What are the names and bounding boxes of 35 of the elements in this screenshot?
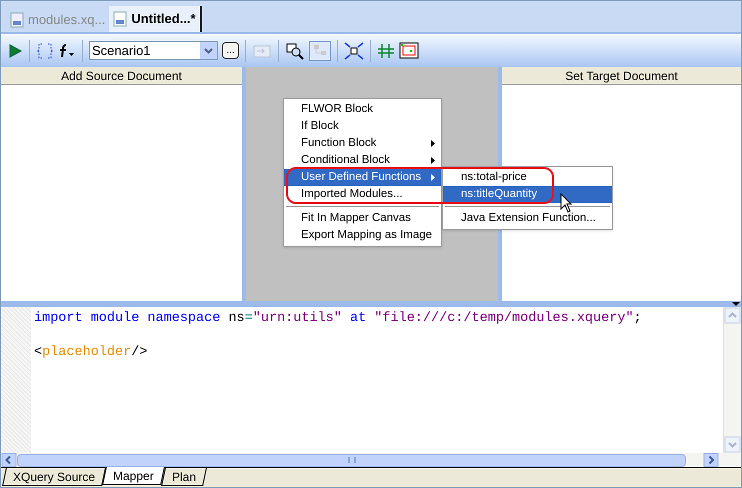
- dotted-brackets-icon[interactable]: [36, 42, 54, 60]
- panel-header[interactable]: Set Target Document: [502, 67, 741, 85]
- menu-item[interactable]: Imported Modules...: [284, 186, 441, 203]
- shrink-arrows-icon[interactable]: [344, 42, 364, 60]
- export-icon: [252, 42, 272, 58]
- grid-lines-icon[interactable]: [377, 42, 395, 60]
- menu-item[interactable]: ns:titleQuantity: [443, 186, 612, 203]
- menu-item[interactable]: Function Block: [284, 135, 441, 152]
- file-icon: [113, 11, 128, 27]
- editor-tab[interactable]: Plan: [160, 468, 207, 486]
- panel-header[interactable]: Add Source Document: [1, 67, 242, 85]
- function-dropdown-icon[interactable]: [58, 42, 76, 58]
- file-icon: [10, 12, 24, 28]
- magnifier-icon[interactable]: [285, 42, 305, 60]
- browse-button[interactable]: ...: [222, 42, 239, 59]
- file-tab[interactable]: Untitled...*: [109, 6, 202, 32]
- menu-item[interactable]: ns:total-price: [443, 169, 612, 186]
- menu-item[interactable]: Java Extension Function...: [443, 210, 612, 227]
- scroll-right-icon[interactable]: [703, 453, 719, 467]
- tree-icon: [309, 40, 331, 60]
- caret-icon: [200, 42, 217, 59]
- menu-item[interactable]: Fit In Mapper Canvas: [284, 210, 441, 227]
- scrollbar-thumb[interactable]: [17, 454, 686, 466]
- menu-item[interactable]: User Defined Functions: [284, 169, 441, 186]
- frame-icon[interactable]: [399, 42, 419, 59]
- editor-tab[interactable]: Mapper: [102, 467, 165, 485]
- mouse-pointer-icon: [560, 193, 572, 213]
- scenario-dropdown[interactable]: Scenario1: [89, 41, 218, 60]
- run-icon[interactable]: [7, 42, 23, 58]
- scroll-left-icon[interactable]: [1, 453, 17, 467]
- menu-item[interactable]: Export Mapping as Image: [284, 227, 441, 244]
- editor-tab[interactable]: XQuery Source: [2, 468, 106, 486]
- menu-item[interactable]: FLWOR Block: [284, 101, 441, 118]
- menu-item[interactable]: Conditional Block: [284, 152, 441, 169]
- menu-item[interactable]: If Block: [284, 118, 441, 135]
